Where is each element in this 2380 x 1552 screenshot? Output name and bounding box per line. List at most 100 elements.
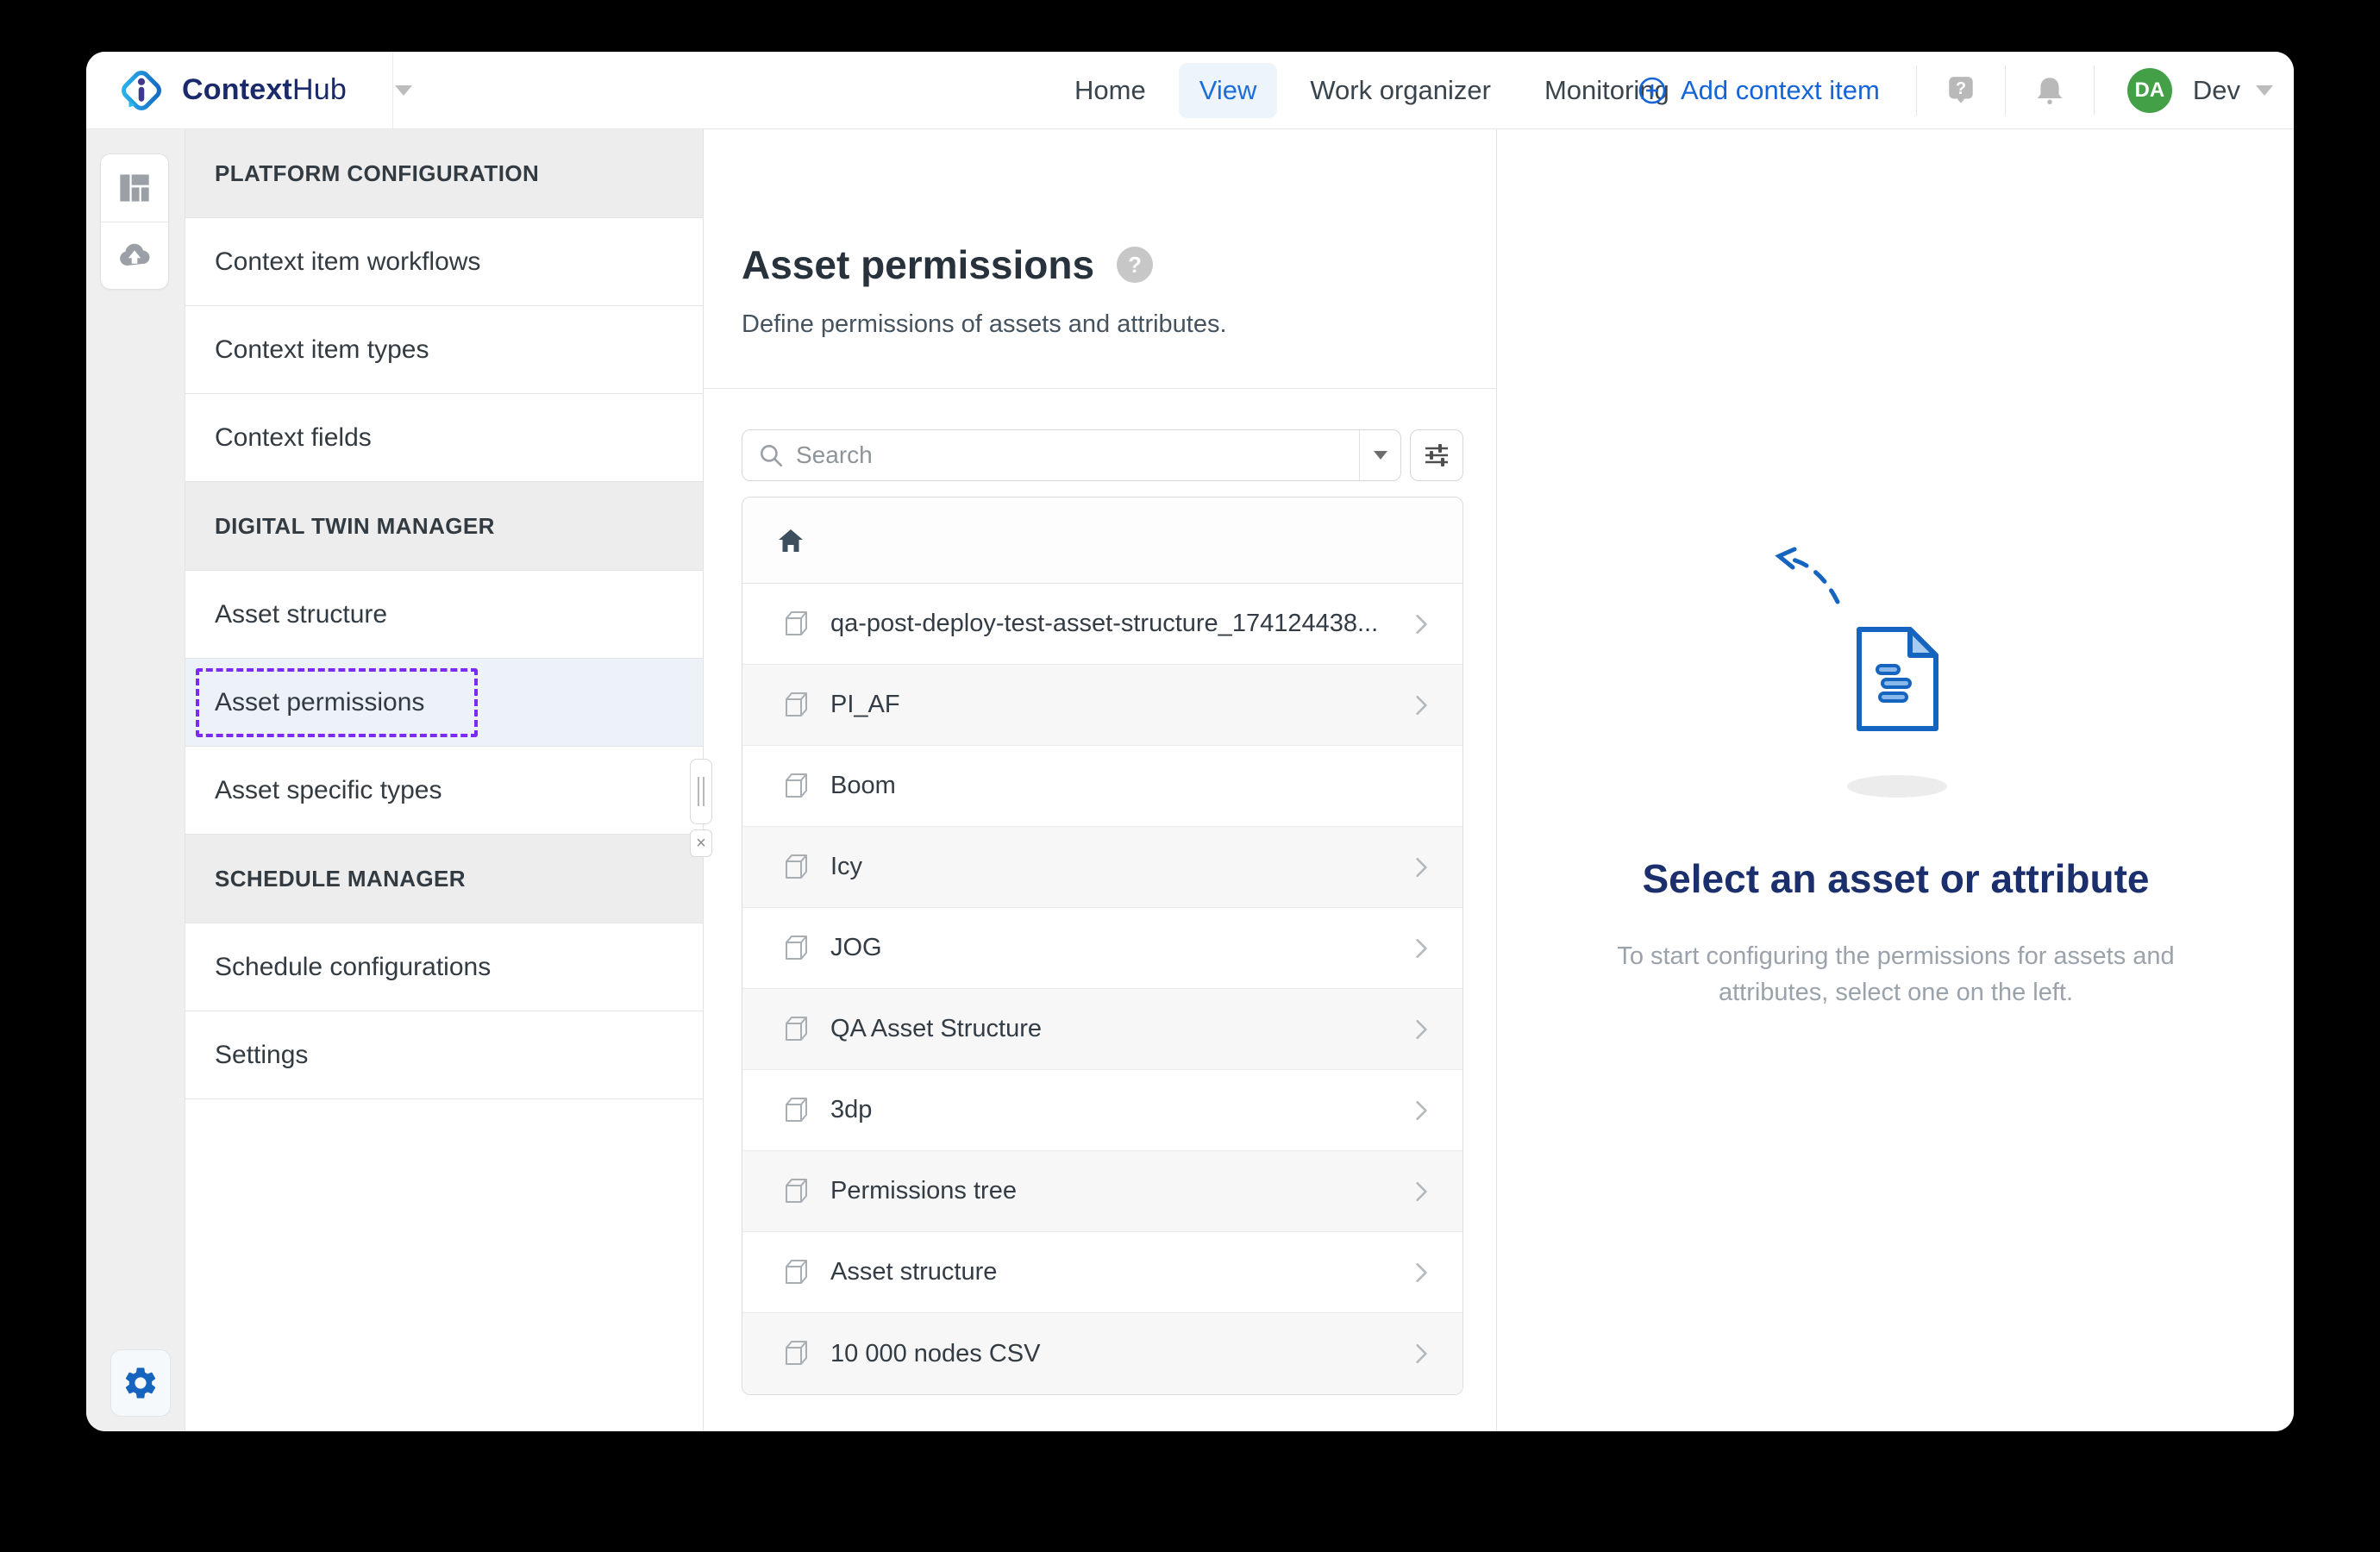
- asset-root-row[interactable]: [742, 498, 1462, 584]
- title-help-icon[interactable]: ?: [1117, 247, 1153, 283]
- asset-label: qa-post-deploy-test-asset-structure_1741…: [830, 610, 1411, 638]
- sidebar-entry[interactable]: Settings: [185, 1011, 703, 1099]
- asset-row[interactable]: qa-post-deploy-test-asset-structure_1741…: [742, 584, 1462, 665]
- svg-text:?: ?: [1956, 79, 1966, 98]
- asset-cube-icon: [780, 1257, 811, 1288]
- asset-row[interactable]: Boom: [742, 746, 1462, 827]
- app-window: ContextHub HomeViewWork organizerMonitor…: [86, 52, 2294, 1431]
- brand-caret-icon[interactable]: [395, 85, 412, 96]
- notifications-button[interactable]: [2033, 74, 2066, 107]
- panel-resize-handle[interactable]: [690, 759, 712, 824]
- user-menu-caret-icon[interactable]: [2256, 85, 2273, 96]
- help-button[interactable]: ?: [1945, 74, 1977, 107]
- topbar-right: Add context item ? DA Dev: [1638, 52, 2294, 128]
- sidebar-entry-label: Context item types: [215, 335, 429, 365]
- sidebar-entry-label: Asset specific types: [215, 776, 442, 805]
- sidebar-entry[interactable]: Asset specific types: [185, 747, 703, 835]
- asset-search: [742, 429, 1401, 481]
- sidebar-entry[interactable]: Schedule configurations: [185, 923, 703, 1011]
- asset-label: Boom: [830, 772, 1411, 800]
- page-subtitle: Define permissions of assets and attribu…: [742, 310, 1227, 339]
- asset-row[interactable]: QA Asset Structure: [742, 989, 1462, 1070]
- search-options-dropdown[interactable]: [1359, 430, 1400, 480]
- asset-label: PI_AF: [830, 691, 1411, 719]
- asset-row[interactable]: Permissions tree: [742, 1151, 1462, 1232]
- asset-cube-icon: [780, 1338, 811, 1369]
- asset-cube-icon: [780, 609, 811, 640]
- asset-label: Icy: [830, 853, 1411, 881]
- main-nav: HomeViewWork organizerMonitoring: [1054, 52, 1690, 128]
- topbar: ContextHub HomeViewWork organizerMonitor…: [86, 52, 2294, 129]
- empty-state-title: Select an asset or attribute: [1643, 855, 2150, 902]
- asset-row[interactable]: Asset structure: [742, 1232, 1462, 1313]
- search-input[interactable]: [796, 430, 1359, 480]
- chevron-right-icon[interactable]: [1411, 1098, 1431, 1123]
- asset-cube-icon: [780, 1176, 811, 1207]
- brand-name: ContextHub: [182, 73, 347, 107]
- asset-cube-icon: [780, 933, 811, 964]
- avatar[interactable]: DA: [2127, 68, 2172, 113]
- asset-label: Asset structure: [830, 1258, 1411, 1286]
- asset-permissions-panel: Asset permissions ? Define permissions o…: [703, 129, 1497, 1431]
- bell-icon: [2033, 74, 2066, 107]
- sidebar-entry[interactable]: Context item types: [185, 306, 703, 394]
- chevron-right-icon[interactable]: [1411, 936, 1431, 961]
- add-context-item-button[interactable]: Add context item: [1638, 75, 1880, 106]
- cloud-upload-icon: [116, 237, 153, 275]
- sidebar-entry-box: Asset structure: [215, 580, 387, 649]
- brand[interactable]: ContextHub: [116, 52, 412, 128]
- header-divider: [704, 388, 1496, 389]
- panel-collapse-button[interactable]: ×: [690, 829, 712, 857]
- sidebar-entry[interactable]: SCHEDULE MANAGER: [185, 835, 703, 923]
- sidebar-entry-box: SCHEDULE MANAGER: [215, 844, 466, 913]
- layout-view-button[interactable]: [101, 154, 168, 222]
- caret-down-icon: [1374, 451, 1387, 460]
- sidebar-entry-box: Schedule configurations: [215, 933, 491, 1002]
- icon-rail: [86, 129, 185, 1431]
- chevron-right-icon[interactable]: [1411, 1342, 1431, 1366]
- sidebar-entry[interactable]: PLATFORM CONFIGURATION: [185, 129, 703, 218]
- chevron-right-icon[interactable]: [1411, 1180, 1431, 1204]
- sidebar-entry[interactable]: Context item workflows: [185, 218, 703, 306]
- asset-row[interactable]: 10 000 nodes CSV: [742, 1313, 1462, 1394]
- asset-row[interactable]: 3dp: [742, 1070, 1462, 1151]
- nav-item[interactable]: View: [1179, 63, 1278, 118]
- chevron-right-icon[interactable]: [1411, 1261, 1431, 1285]
- asset-cube-icon: [780, 1095, 811, 1126]
- asset-row[interactable]: PI_AF: [742, 665, 1462, 746]
- nav-item[interactable]: Home: [1054, 63, 1167, 118]
- search-icon: [742, 442, 796, 468]
- rail-button-group: [100, 153, 169, 290]
- divider: [2094, 66, 2095, 116]
- sidebar-entry[interactable]: Asset permissions: [185, 659, 703, 747]
- asset-list: qa-post-deploy-test-asset-structure_1741…: [742, 497, 1463, 1395]
- settings-gear-button[interactable]: [110, 1349, 171, 1417]
- home-icon: [777, 527, 805, 554]
- sidebar-entry-label: Asset structure: [215, 600, 387, 629]
- sidebar-entry-box: PLATFORM CONFIGURATION: [215, 139, 539, 208]
- asset-row[interactable]: Icy: [742, 827, 1462, 908]
- add-context-item-label: Add context item: [1681, 75, 1880, 106]
- asset-row[interactable]: JOG: [742, 908, 1462, 989]
- nav-item[interactable]: Work organizer: [1289, 63, 1512, 118]
- topbar-divider: [392, 52, 393, 128]
- filter-button[interactable]: [1410, 429, 1463, 481]
- divider: [2005, 66, 2006, 116]
- chevron-right-icon[interactable]: [1411, 1017, 1431, 1042]
- chevron-right-icon[interactable]: [1411, 855, 1431, 879]
- page-title: Asset permissions: [742, 241, 1094, 288]
- user-name[interactable]: Dev: [2193, 75, 2240, 106]
- asset-cube-icon: [780, 852, 811, 883]
- sidebar-entry-box: DIGITAL TWIN MANAGER: [215, 491, 495, 560]
- upload-button[interactable]: [101, 222, 168, 289]
- sidebar-entry-box: Context item workflows: [215, 228, 480, 297]
- sidebar-entry-box: Context item types: [215, 316, 429, 385]
- sidebar-entry[interactable]: DIGITAL TWIN MANAGER: [185, 482, 703, 571]
- chevron-right-icon[interactable]: [1411, 693, 1431, 717]
- asset-label: 3dp: [830, 1096, 1411, 1124]
- asset-cube-icon: [780, 1014, 811, 1045]
- sidebar-entry-label: Context item workflows: [215, 247, 480, 277]
- sidebar-entry[interactable]: Context fields: [185, 394, 703, 482]
- sidebar-entry[interactable]: Asset structure: [185, 571, 703, 659]
- chevron-right-icon[interactable]: [1411, 612, 1431, 636]
